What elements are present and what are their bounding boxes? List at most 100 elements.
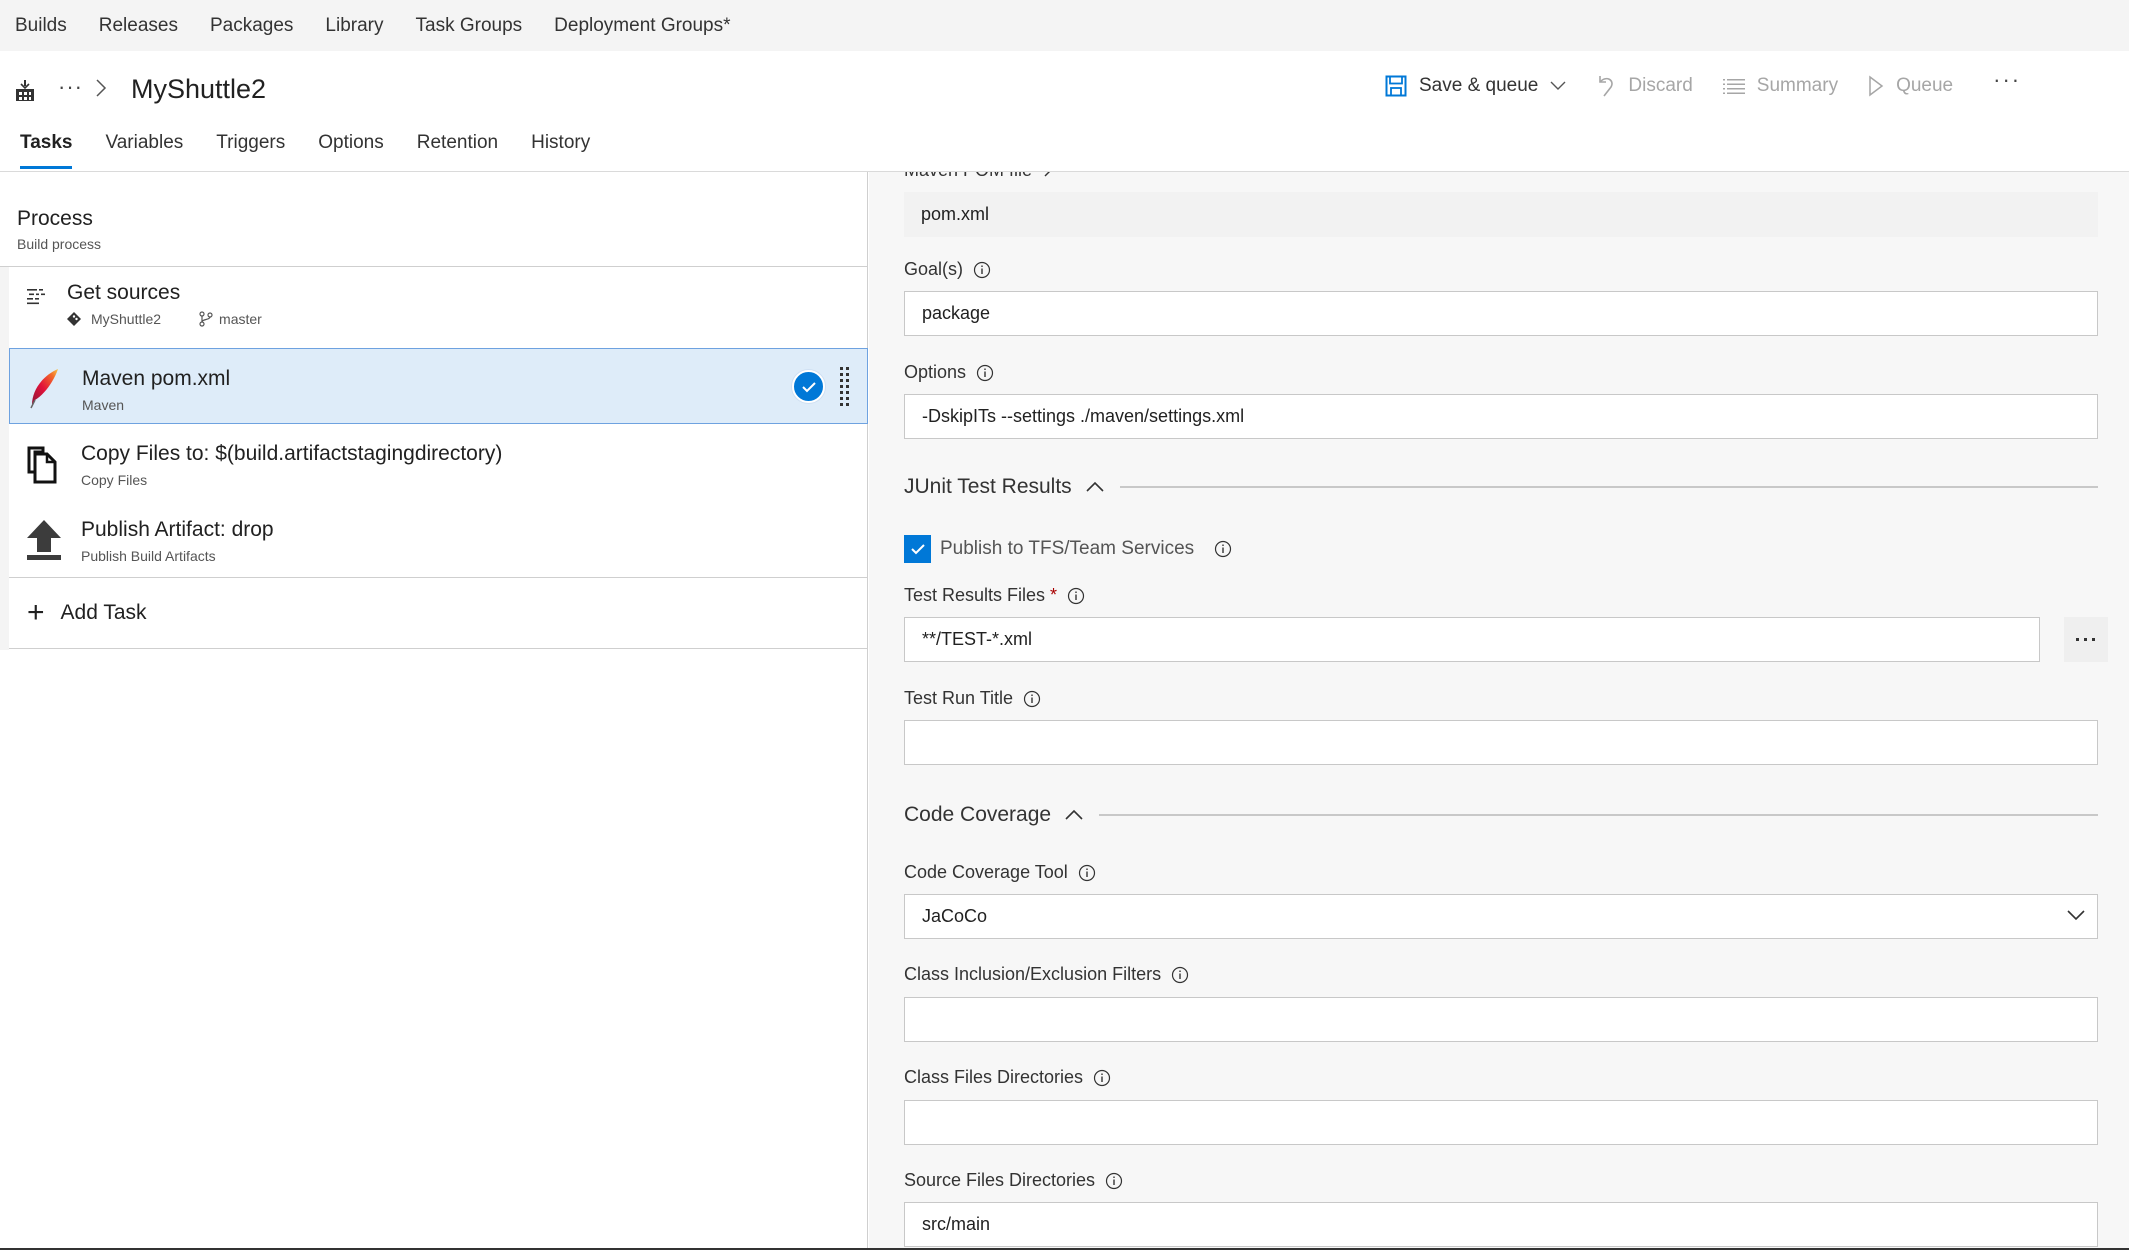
goals-label-text: Goal(s) xyxy=(904,259,964,279)
info-icon[interactable] xyxy=(1078,864,1096,882)
repo-name: MyShuttle2 xyxy=(91,311,162,327)
pom-file-value: pom.xml xyxy=(921,204,990,224)
test-run-title-label-text: Test Run Title xyxy=(904,688,1014,708)
save-and-queue-button[interactable]: Save & queue xyxy=(1385,75,1566,97)
chevron-right-icon xyxy=(96,79,107,97)
junit-section-title: JUnit Test Results xyxy=(904,475,1072,498)
task-item-publish-artifact[interactable]: Publish Artifact: drop Publish Build Art… xyxy=(9,500,868,576)
chevron-up-icon xyxy=(1086,481,1104,492)
coverage-tool-value: JaCoCo xyxy=(922,906,988,926)
class-filters-input[interactable] xyxy=(904,997,2098,1042)
source-dirs-label-text: Source Files Directories xyxy=(904,1170,1096,1190)
options-label-text: Options xyxy=(904,362,967,382)
info-icon[interactable] xyxy=(976,364,994,382)
pom-file-input[interactable]: pom.xml xyxy=(904,192,2098,237)
info-icon[interactable] xyxy=(1023,690,1041,708)
info-icon[interactable] xyxy=(1067,587,1085,605)
task-details-panel: Maven POM file pom.xml Goal(s) package O… xyxy=(869,172,2129,1250)
class-dirs-label: Class Files Directories xyxy=(904,1067,1111,1088)
process-subtitle: Build process xyxy=(17,236,102,252)
more-actions-button[interactable]: ··· xyxy=(1993,67,2021,93)
branch-icon xyxy=(199,311,213,327)
tab-variables[interactable]: Variables xyxy=(105,132,183,172)
add-task-label: Add Task xyxy=(60,601,147,624)
task-type: Maven xyxy=(82,397,125,413)
chevron-down-icon[interactable] xyxy=(1550,81,1566,91)
checkbox-checked[interactable] xyxy=(904,535,931,563)
tab-retention[interactable]: Retention xyxy=(417,132,498,172)
queue-label: Queue xyxy=(1896,75,1954,96)
info-icon[interactable] xyxy=(1171,966,1189,984)
task-type: Copy Files xyxy=(81,472,148,488)
get-sources-item[interactable]: Get sources MyShuttle2 master xyxy=(9,267,868,343)
info-icon[interactable] xyxy=(1093,1069,1111,1087)
task-name: Copy Files to: $(build.artifactstagingdi… xyxy=(81,442,503,465)
junit-section-header[interactable]: JUnit Test Results xyxy=(904,475,2098,499)
info-icon[interactable] xyxy=(973,261,991,279)
summary-button[interactable]: Summary xyxy=(1722,75,1838,97)
hub-builds[interactable]: Builds xyxy=(15,15,67,37)
hub-packages[interactable]: Packages xyxy=(210,15,293,37)
coverage-tool-label-text: Code Coverage Tool xyxy=(904,862,1068,882)
link-icon[interactable] xyxy=(1042,172,1058,179)
goals-value: package xyxy=(922,303,991,323)
class-dirs-input[interactable] xyxy=(904,1100,2098,1145)
options-value: -DskipITs --settings ./maven/settings.xm… xyxy=(922,406,1245,426)
get-sources-icon xyxy=(27,289,45,305)
hub-task-groups[interactable]: Task Groups xyxy=(416,15,523,37)
add-task-button[interactable]: + Add Task xyxy=(27,598,147,628)
options-input[interactable]: -DskipITs --settings ./maven/settings.xm… xyxy=(904,394,2098,439)
save-icon xyxy=(1385,75,1407,97)
tab-history[interactable]: History xyxy=(531,132,590,172)
task-item-maven[interactable]: Maven pom.xml Maven xyxy=(9,348,868,424)
browse-button[interactable] xyxy=(2064,617,2108,662)
breadcrumb-ellipsis[interactable]: ··· xyxy=(58,74,83,100)
process-header[interactable]: Process Build process xyxy=(17,207,101,252)
info-icon[interactable] xyxy=(1214,540,1232,558)
toolbar: Save & queue Discard Summary Queue ··· xyxy=(1385,67,2021,102)
ellipsis-icon xyxy=(2076,637,2095,641)
save-and-queue-label: Save & queue xyxy=(1419,75,1539,96)
hub-nav: Builds Releases Packages Library Task Gr… xyxy=(0,0,2129,51)
test-results-files-input[interactable]: **/TEST-*.xml xyxy=(904,617,2040,662)
branch-name: master xyxy=(219,311,262,327)
test-run-title-label: Test Run Title xyxy=(904,688,1041,709)
code-coverage-section-header[interactable]: Code Coverage xyxy=(904,803,2098,827)
enabled-check-icon xyxy=(792,370,825,403)
play-icon xyxy=(1869,75,1884,97)
task-type: Publish Build Artifacts xyxy=(81,548,216,564)
tab-options[interactable]: Options xyxy=(318,132,383,172)
get-sources-label: Get sources xyxy=(67,281,181,304)
queue-button[interactable]: Queue xyxy=(1868,75,1953,97)
test-results-files-label-text: Test Results Files xyxy=(904,585,1046,605)
source-dirs-input[interactable]: src/main xyxy=(904,1202,2098,1247)
chevron-down-icon xyxy=(2067,910,2085,921)
goals-input[interactable]: package xyxy=(904,291,2098,336)
task-item-copy-files[interactable]: Copy Files to: $(build.artifactstagingdi… xyxy=(9,424,868,500)
task-name: Maven pom.xml xyxy=(82,367,231,390)
hub-releases[interactable]: Releases xyxy=(99,15,178,37)
list-icon xyxy=(1722,79,1745,94)
hub-deployment-groups[interactable]: Deployment Groups* xyxy=(554,15,730,37)
definition-tabs: Tasks Variables Triggers Options Retenti… xyxy=(20,132,623,172)
git-repo-icon xyxy=(67,312,81,326)
pom-file-label-text: Maven POM file xyxy=(904,172,1032,181)
drag-handle-icon[interactable] xyxy=(840,367,850,407)
discard-button[interactable]: Discard xyxy=(1596,74,1693,98)
class-filters-label: Class Inclusion/Exclusion Filters xyxy=(904,964,1189,985)
undo-icon xyxy=(1599,76,1614,97)
get-sources-meta: MyShuttle2 master xyxy=(67,311,270,327)
class-dirs-label-text: Class Files Directories xyxy=(904,1067,1084,1087)
publish-results-checkbox[interactable]: Publish to TFS/Team Services xyxy=(904,535,1232,563)
hub-library[interactable]: Library xyxy=(325,15,383,37)
tab-triggers[interactable]: Triggers xyxy=(216,132,285,172)
info-icon[interactable] xyxy=(1105,1172,1123,1190)
source-dirs-value: src/main xyxy=(922,1214,991,1234)
coverage-tool-label: Code Coverage Tool xyxy=(904,862,1096,883)
divider xyxy=(9,648,868,649)
source-dirs-label: Source Files Directories xyxy=(904,1170,1123,1191)
chevron-up-icon xyxy=(1065,809,1083,820)
tab-tasks[interactable]: Tasks xyxy=(20,132,73,172)
coverage-tool-select[interactable]: JaCoCo xyxy=(904,894,2098,939)
test-run-title-input[interactable] xyxy=(904,720,2098,765)
